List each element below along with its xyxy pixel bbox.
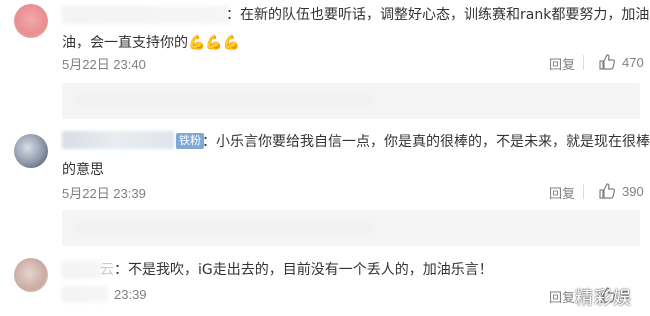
thumbs-up-icon[interactable]: [598, 182, 616, 200]
reply-preview-box[interactable]: [62, 210, 640, 246]
divider: [583, 55, 584, 70]
comment-time: 23:39: [114, 287, 147, 302]
muscle-emoji-icon: 💪💪💪: [188, 35, 241, 51]
username-fragment[interactable]: 云: [100, 260, 114, 280]
reply-preview-box[interactable]: [62, 83, 640, 119]
reply-button[interactable]: 回复: [549, 54, 575, 73]
divider: [583, 184, 584, 199]
reply-button[interactable]: 回复: [549, 183, 575, 202]
comment-time: 5月22日 23:40: [62, 57, 146, 72]
username-blurred[interactable]: [62, 131, 174, 149]
comment-text-line: ：小乐言你要给我自信一点，你是真的很棒的，不是未来，就是现在很棒: [202, 134, 650, 150]
reply-button[interactable]: 回复: [549, 287, 575, 306]
timestamp-blurred: [62, 286, 108, 302]
thumbs-up-icon[interactable]: [598, 53, 616, 71]
watermark: 精彩娱: [575, 288, 632, 309]
comment-text-line: ：在新的队伍也要听话，调整好心态，训练赛和rank都要努力，加油加: [226, 7, 650, 23]
fan-badge: 铁粉: [176, 133, 204, 149]
avatar[interactable]: [14, 4, 48, 38]
avatar[interactable]: [14, 258, 48, 292]
comment-text-line: 油，会一直支持你的: [62, 35, 188, 51]
reply-preview-blurred: [74, 220, 374, 236]
comment-time: 5月22日 23:39: [62, 186, 146, 201]
username-blurred[interactable]: [62, 261, 102, 279]
comment-text-line: 的意思: [62, 162, 104, 178]
like-count: 390: [622, 184, 644, 199]
comment-text-line: 油，会一直支持你的💪💪💪: [62, 33, 240, 53]
reply-preview-blurred: [74, 93, 374, 109]
username-blurred[interactable]: [62, 6, 230, 24]
like-count: 470: [622, 55, 644, 70]
avatar[interactable]: [14, 134, 48, 168]
comment-text-line: ：不是我吹，iG走出去的，目前没有一个丢人的，加油乐言！: [114, 262, 493, 278]
